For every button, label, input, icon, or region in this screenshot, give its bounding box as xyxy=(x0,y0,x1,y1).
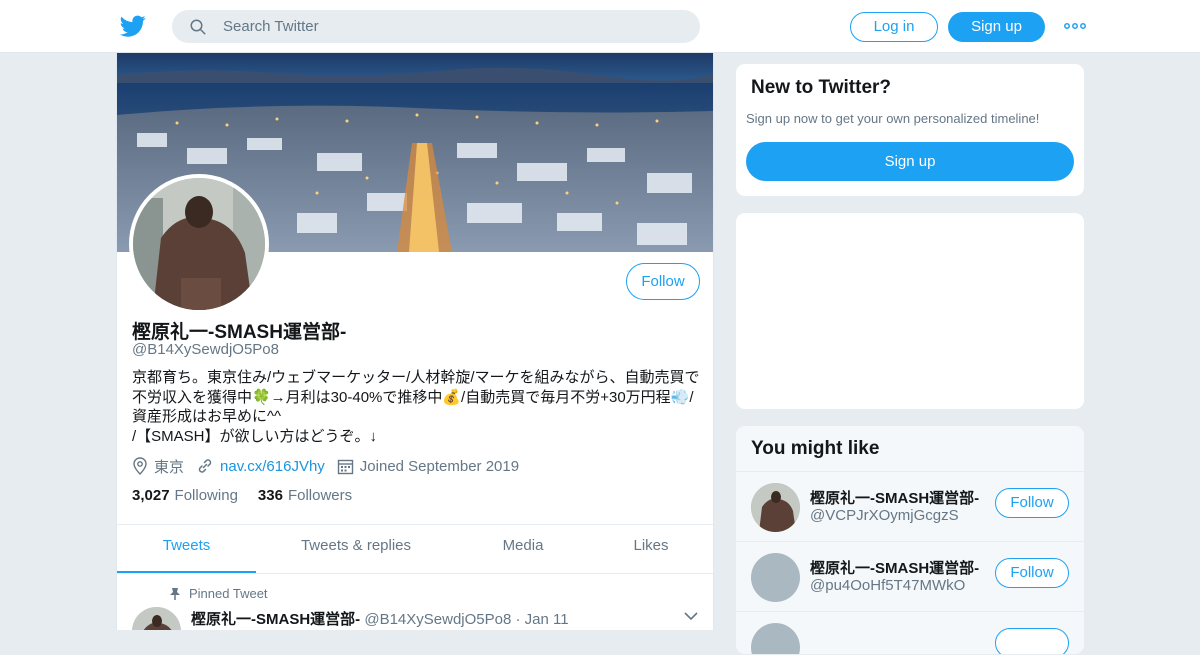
followers-label: Followers xyxy=(287,487,353,504)
following-stat[interactable]: 3,027 Following xyxy=(132,487,238,504)
suggestion-avatar[interactable] xyxy=(751,623,800,654)
tweet-author-handle[interactable]: @B14XySewdjO5Po8 xyxy=(364,611,511,628)
profile-column: Follow 樫原礼一-SMASH運営部- @B14XySewdjO5Po8 京… xyxy=(116,53,714,630)
location-pin-icon xyxy=(133,457,147,475)
search-bar xyxy=(172,10,700,43)
signup-button[interactable]: Sign up xyxy=(948,12,1045,42)
profile-avatar[interactable] xyxy=(129,174,269,314)
pinned-label: Pinned Tweet xyxy=(189,586,268,601)
profile-bio: 京都育ち。東京住み/ウェブマーケッター/人材幹旋/マーケを組みながら、自動売買で… xyxy=(132,368,707,446)
location-text: 東京 xyxy=(154,458,185,476)
signup-button-large[interactable]: Sign up xyxy=(746,142,1074,181)
follow-button[interactable]: Follow xyxy=(626,263,700,300)
tweet-date[interactable]: Jan 11 xyxy=(525,611,569,628)
followers-count: 336 xyxy=(257,487,283,504)
card-title: You might like xyxy=(751,438,880,459)
empty-card xyxy=(735,212,1085,410)
suggestion-follow-button[interactable]: Follow xyxy=(995,488,1069,518)
tweet-header: 樫原礼一-SMASH運営部- @B14XySewdjO5Po8 · Jan 11 xyxy=(191,608,569,629)
suggestion-item-partial[interactable] xyxy=(736,611,1084,654)
joined-item: Joined September 2019 xyxy=(337,458,519,475)
search-icon xyxy=(190,19,206,35)
following-label: Following xyxy=(174,487,238,504)
tab-tweets-replies[interactable]: Tweets & replies xyxy=(287,525,425,573)
profile-handle: @B14XySewdjO5Po8 xyxy=(132,341,279,358)
twitter-bird-icon[interactable] xyxy=(120,13,146,39)
bio-line: /【SMASH】が欲しい方はどうぞ。↓ xyxy=(132,427,378,445)
profile-meta: 東京 nav.cx/616JVhy Joined September 2019 xyxy=(132,455,531,477)
profile-tabs: Tweets Tweets & replies Media Likes xyxy=(117,524,713,574)
tweet-author-name[interactable]: 樫原礼一-SMASH運営部- xyxy=(191,611,360,628)
url-item: nav.cx/616JVhy xyxy=(196,457,325,475)
login-button[interactable]: Log in xyxy=(850,12,938,42)
top-navigation-bar: Log in Sign up xyxy=(0,0,1200,53)
bio-line: 資産形成はお早めに^^ xyxy=(132,408,282,425)
joined-text: Joined September 2019 xyxy=(359,457,520,475)
suggestion-name[interactable]: 樫原礼一-SMASH運営部- xyxy=(810,487,979,508)
more-dots-icon[interactable] xyxy=(1063,17,1087,35)
chevron-down-icon[interactable] xyxy=(684,611,698,621)
link-icon xyxy=(198,459,212,473)
suggestion-item[interactable]: 樫原礼一-SMASH運営部- @pu4OoHf5T47MWkO Follow xyxy=(736,541,1084,611)
you-might-like-card: You might like 樫原礼一-SMASH運営部- @VCPJrXOym… xyxy=(735,425,1085,655)
tab-tweets[interactable]: Tweets xyxy=(117,525,256,573)
profile-url-link[interactable]: nav.cx/616JVhy xyxy=(220,458,325,475)
suggestion-handle: @pu4OoHf5T47MWkO xyxy=(810,577,966,594)
calendar-icon xyxy=(337,459,353,474)
tweet-avatar[interactable] xyxy=(132,607,181,630)
location-item: 東京 xyxy=(132,456,184,477)
profile-stats: 3,027 Following 336 Followers xyxy=(132,487,372,504)
suggestion-item[interactable]: 樫原礼一-SMASH運営部- @VCPJrXOymjGcgzS Follow xyxy=(736,471,1084,541)
bio-line: 不労収入を獲得中🍀→月利は30-40%で推移中💰/自動売買で毎月不労+30万円程… xyxy=(132,388,694,406)
pin-icon xyxy=(170,587,180,600)
suggestion-follow-button[interactable] xyxy=(995,628,1069,654)
search-input[interactable] xyxy=(223,11,683,42)
pinned-tweet-indicator: Pinned Tweet xyxy=(169,586,268,601)
suggestion-follow-button[interactable]: Follow xyxy=(995,558,1069,588)
suggestion-avatar[interactable] xyxy=(751,483,800,532)
suggestion-name[interactable]: 樫原礼一-SMASH運営部- xyxy=(810,557,979,578)
tweet-separator: · xyxy=(515,611,521,628)
tab-media[interactable]: Media xyxy=(477,525,569,573)
more-dots-glyph xyxy=(1064,23,1086,29)
card-title: New to Twitter? xyxy=(751,77,892,98)
card-subtitle: Sign up now to get your own personalized… xyxy=(746,111,1040,126)
suggestion-avatar[interactable] xyxy=(751,553,800,602)
followers-stat[interactable]: 336 Followers xyxy=(258,487,352,504)
new-to-twitter-card: New to Twitter? Sign up now to get your … xyxy=(735,63,1085,197)
bio-line: 京都育ち。東京住み/ウェブマーケッター/人材幹旋/マーケを組みながら、自動売買で xyxy=(132,369,700,386)
following-count: 3,027 xyxy=(132,487,170,504)
tab-likes[interactable]: Likes xyxy=(613,525,689,573)
profile-name: 樫原礼一-SMASH運営部- xyxy=(132,322,347,343)
suggestion-handle: @VCPJrXOymjGcgzS xyxy=(810,507,959,524)
